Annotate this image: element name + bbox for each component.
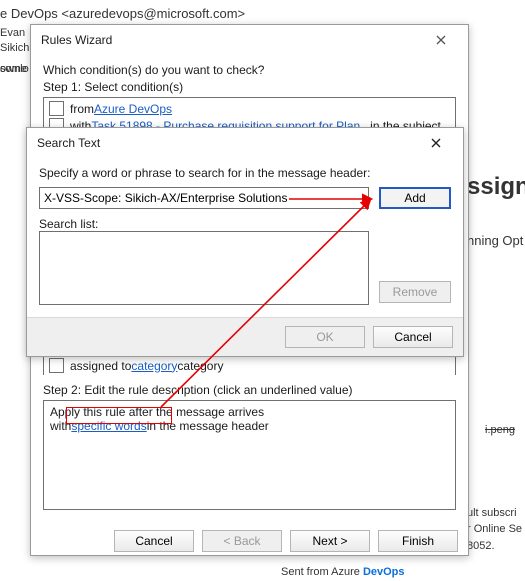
close-icon[interactable]: [415, 129, 457, 157]
bg-from: e DevOps <azuredevops@microsoft.com>: [0, 6, 245, 21]
rules-wizard-titlebar: Rules Wizard: [31, 25, 468, 55]
bg-ssign: ssign: [467, 173, 525, 201]
cond-from-link[interactable]: Azure DevOps: [94, 102, 172, 116]
rules-step2-label: Step 2: Edit the rule description (click…: [43, 383, 456, 397]
rules-footer: Cancel < Back Next > Finish: [31, 522, 468, 560]
back-button[interactable]: < Back: [202, 530, 282, 552]
finish-button[interactable]: Finish: [378, 530, 458, 552]
rules-question: Which condition(s) do you want to check?: [43, 63, 456, 77]
bg-sent-from: Sent from Azure DevOps: [281, 566, 405, 578]
next-button[interactable]: Next >: [290, 530, 370, 552]
cond-assigned-prefix: assigned to: [70, 359, 131, 373]
bg-ult-subscri: ult subscri: [467, 507, 517, 519]
cond-assigned-row[interactable]: assigned to category category: [43, 356, 456, 375]
cancel-button[interactable]: Cancel: [114, 530, 194, 552]
search-text-titlebar: Search Text: [27, 128, 463, 158]
rules-wizard-title: Rules Wizard: [41, 33, 112, 47]
bg-nning-opt: nning Opt: [467, 233, 523, 248]
bg-sent-from-text: Sent from Azure: [281, 566, 363, 578]
rules-step1-label: Step 1: Select condition(s): [43, 80, 456, 94]
remove-button[interactable]: Remove: [379, 281, 451, 303]
checkbox-icon[interactable]: [49, 358, 64, 373]
cond-from-row[interactable]: from Azure DevOps: [49, 101, 450, 116]
bg-peng: i.peng: [485, 424, 515, 436]
bg-8052: 8052.: [467, 540, 495, 552]
cond-from-prefix: from: [70, 102, 94, 116]
close-icon[interactable]: [420, 26, 462, 54]
bg-sikich: Sikich: [0, 42, 29, 54]
search-text-dialog: Search Text Specify a word or phrase to …: [26, 127, 464, 357]
cancel-button[interactable]: Cancel: [373, 326, 453, 348]
search-text-title: Search Text: [37, 136, 100, 150]
search-list[interactable]: [39, 231, 369, 305]
annotation-redbox: [66, 407, 172, 424]
checkbox-icon[interactable]: [49, 101, 64, 116]
search-input[interactable]: [39, 187, 369, 209]
add-button[interactable]: Add: [379, 187, 451, 209]
bg-evan: Evan: [0, 27, 25, 39]
bg-devops-link[interactable]: DevOps: [363, 566, 405, 578]
cond-assigned-suffix: category: [177, 359, 223, 373]
search-list-label: Search list:: [39, 217, 451, 231]
search-prompt: Specify a word or phrase to search for i…: [39, 166, 451, 180]
cond-assigned-link[interactable]: category: [131, 359, 177, 373]
bg-online-se: r Online Se: [467, 523, 522, 535]
ok-button[interactable]: OK: [285, 326, 365, 348]
